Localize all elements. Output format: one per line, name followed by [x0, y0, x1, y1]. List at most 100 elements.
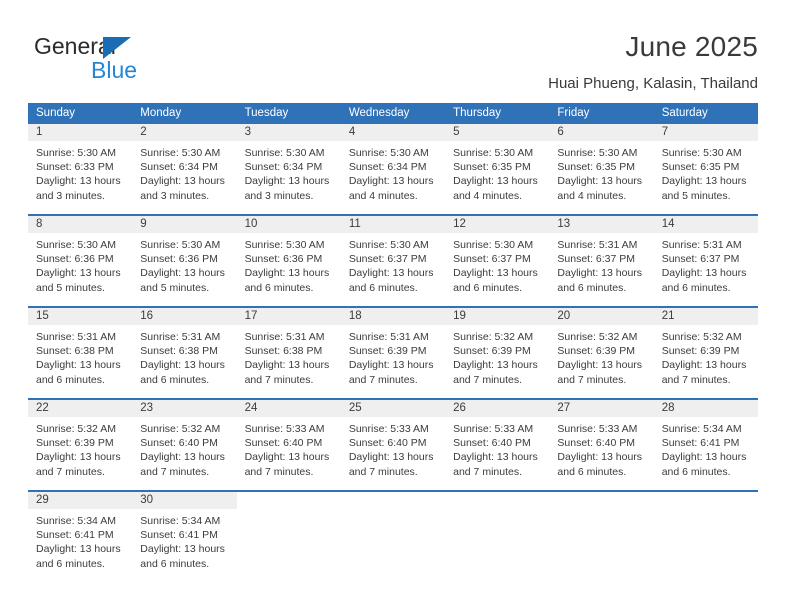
calendar-day-cell[interactable]: 23 Sunrise: 5:32 AM Sunset: 6:40 PM Dayligh… — [132, 400, 237, 484]
sunrise-time: Sunrise: 5:30 AM — [661, 147, 742, 159]
sunset-time: Sunset: 6:37 PM — [348, 253, 427, 266]
calendar-day-cell[interactable]: 15 Sunrise: 5:31 AM Sunset: 6:38 PM Dayligh… — [28, 308, 133, 392]
sunset-time: Sunset: 6:39 PM — [453, 345, 531, 358]
daylight-duration-line2: and 7 minutes. — [244, 373, 314, 386]
weekday-header-thursday: Thursday — [453, 107, 502, 119]
general-blue-logo[interactable]: General Blue — [34, 33, 214, 85]
sunset-time: Sunset: 6:39 PM — [36, 437, 114, 450]
day-number-band — [445, 492, 549, 509]
day-number: 29 — [36, 494, 49, 506]
day-number-band: 16 — [132, 308, 237, 325]
day-number: 15 — [36, 310, 49, 322]
calendar-day-cell[interactable]: 6 Sunrise: 5:30 AM Sunset: 6:35 PM Daylight… — [549, 124, 654, 208]
day-sun-info — [654, 509, 758, 514]
sunset-time: Sunset: 6:36 PM — [244, 253, 323, 266]
sunset-time: Sunset: 6:41 PM — [36, 529, 114, 542]
daylight-duration-line2: and 6 minutes. — [36, 557, 105, 570]
calendar-day-cell[interactable]: 18 Sunrise: 5:31 AM Sunset: 6:39 PM Dayligh… — [340, 308, 446, 392]
daylight-duration-line2: and 6 minutes. — [140, 557, 210, 570]
calendar-day-cell[interactable]: 17 Sunrise: 5:31 AM Sunset: 6:38 PM Dayligh… — [236, 308, 341, 392]
daylight-duration-line2: and 6 minutes. — [244, 281, 314, 294]
daylight-duration-line1: Daylight: 13 hours — [36, 267, 121, 280]
calendar-day-cell[interactable]: 4 Sunrise: 5:30 AM Sunset: 6:34 PM Daylight… — [340, 124, 446, 208]
calendar-day-cell[interactable]: 22 Sunrise: 5:32 AM Sunset: 6:39 PM Dayligh… — [28, 400, 133, 484]
sunset-time: Sunset: 6:36 PM — [36, 253, 114, 266]
calendar-day-cell[interactable]: 9 Sunrise: 5:30 AM Sunset: 6:36 PM Daylight… — [132, 216, 237, 300]
calendar-day-cell[interactable]: 16 Sunrise: 5:31 AM Sunset: 6:38 PM Dayligh… — [132, 308, 237, 392]
day-number-band: 7 — [653, 124, 758, 141]
daylight-duration-line1: Daylight: 13 hours — [36, 543, 121, 556]
day-number-band: 6 — [549, 124, 654, 141]
sunset-time: Sunset: 6:38 PM — [244, 345, 323, 358]
sunrise-time: Sunrise: 5:32 AM — [661, 331, 742, 343]
day-number-band: 4 — [340, 124, 446, 141]
calendar-day-cell[interactable]: 12 Sunrise: 5:30 AM Sunset: 6:37 PM Dayligh… — [445, 216, 550, 300]
sunrise-time: Sunrise: 5:31 AM — [348, 331, 429, 343]
day-sun-info: Sunrise: 5:32 AM Sunset: 6:40 PM Daylight:… — [132, 417, 236, 479]
calendar-day-cell[interactable]: 20 Sunrise: 5:32 AM Sunset: 6:39 PM Dayligh… — [549, 308, 654, 392]
daylight-duration-line2: and 4 minutes. — [557, 189, 627, 202]
sunrise-time: Sunrise: 5:33 AM — [348, 423, 429, 435]
calendar-day-cell[interactable]: 19 Sunrise: 5:32 AM Sunset: 6:39 PM Dayligh… — [445, 308, 550, 392]
weekday-header-friday: Friday — [557, 107, 590, 119]
sunset-time: Sunset: 6:35 PM — [557, 161, 636, 174]
day-number: 10 — [244, 218, 258, 230]
calendar-day-cell[interactable]: 2 Sunrise: 5:30 AM Sunset: 6:34 PM Daylight… — [132, 124, 237, 208]
day-sun-info: Sunrise: 5:33 AM Sunset: 6:40 PM Daylight:… — [341, 417, 445, 479]
calendar-day-cell[interactable]: 21 Sunrise: 5:32 AM Sunset: 6:39 PM Dayligh… — [653, 308, 758, 392]
calendar-day-cell[interactable]: 26 Sunrise: 5:33 AM Sunset: 6:40 PM Dayligh… — [445, 400, 550, 484]
daylight-duration-line2: and 6 minutes. — [140, 373, 210, 386]
sunset-time: Sunset: 6:34 PM — [140, 161, 218, 174]
sunset-time: Sunset: 6:35 PM — [453, 161, 531, 174]
calendar-day-cell[interactable]: 30 Sunrise: 5:34 AM Sunset: 6:41 PM Dayligh… — [132, 492, 237, 576]
daylight-duration-line2: and 3 minutes. — [36, 189, 105, 202]
calendar-day-cell[interactable]: 11 Sunrise: 5:30 AM Sunset: 6:37 PM Dayligh… — [340, 216, 446, 300]
day-number: 28 — [661, 402, 675, 414]
sunrise-time: Sunrise: 5:32 AM — [140, 423, 221, 435]
page-subtitle-location: Huai Phueng, Kalasin, Thailand — [548, 75, 758, 92]
sunrise-time: Sunrise: 5:30 AM — [244, 239, 325, 251]
day-sun-info: Sunrise: 5:30 AM Sunset: 6:35 PM Daylight:… — [445, 141, 549, 203]
sunset-time: Sunset: 6:40 PM — [557, 437, 636, 450]
day-number-band: 24 — [236, 400, 341, 417]
calendar-day-cell[interactable]: 7 Sunrise: 5:30 AM Sunset: 6:35 PM Daylight… — [653, 124, 758, 208]
sunset-time: Sunset: 6:38 PM — [36, 345, 114, 358]
day-number: 1 — [36, 126, 43, 138]
calendar-day-cell[interactable]: 28 Sunrise: 5:34 AM Sunset: 6:41 PM Dayligh… — [653, 400, 758, 484]
day-number: 4 — [348, 126, 356, 138]
sunset-time: Sunset: 6:34 PM — [348, 161, 427, 174]
day-sun-info: Sunrise: 5:30 AM Sunset: 6:33 PM Daylight:… — [28, 141, 132, 203]
calendar-day-cell[interactable]: 1 Sunrise: 5:30 AM Sunset: 6:33 PM Daylight… — [28, 124, 133, 208]
daylight-duration-line2: and 6 minutes. — [36, 373, 105, 386]
day-sun-info: Sunrise: 5:34 AM Sunset: 6:41 PM Daylight:… — [654, 417, 758, 479]
day-number-band: 28 — [653, 400, 758, 417]
day-number-band: 8 — [28, 216, 133, 233]
calendar-day-cell-empty — [237, 492, 341, 576]
day-sun-info: Sunrise: 5:33 AM Sunset: 6:40 PM Daylight:… — [549, 417, 653, 479]
calendar-day-cell[interactable]: 29 Sunrise: 5:34 AM Sunset: 6:41 PM Dayligh… — [28, 492, 133, 576]
calendar-day-cell-empty — [654, 492, 758, 576]
daylight-duration-line1: Daylight: 13 hours — [453, 267, 538, 280]
daylight-duration-line2: and 7 minutes. — [140, 465, 210, 478]
sunrise-time: Sunrise: 5:31 AM — [557, 239, 638, 251]
sunset-time: Sunset: 6:41 PM — [140, 529, 218, 542]
sunrise-time: Sunrise: 5:32 AM — [453, 331, 534, 343]
calendar-day-cell[interactable]: 10 Sunrise: 5:30 AM Sunset: 6:36 PM Dayligh… — [236, 216, 341, 300]
calendar-day-cell[interactable]: 5 Sunrise: 5:30 AM Sunset: 6:35 PM Daylight… — [445, 124, 550, 208]
daylight-duration-line2: and 6 minutes. — [557, 465, 627, 478]
calendar-day-cell[interactable]: 27 Sunrise: 5:33 AM Sunset: 6:40 PM Dayligh… — [549, 400, 654, 484]
calendar-day-cell[interactable]: 25 Sunrise: 5:33 AM Sunset: 6:40 PM Dayligh… — [340, 400, 446, 484]
daylight-duration-line1: Daylight: 13 hours — [140, 451, 225, 464]
daylight-duration-line1: Daylight: 13 hours — [140, 175, 225, 188]
calendar-day-cell[interactable]: 13 Sunrise: 5:31 AM Sunset: 6:37 PM Dayligh… — [549, 216, 654, 300]
calendar-day-cell[interactable]: 3 Sunrise: 5:30 AM Sunset: 6:34 PM Daylight… — [236, 124, 341, 208]
daylight-duration-line1: Daylight: 13 hours — [140, 543, 225, 556]
day-sun-info: Sunrise: 5:32 AM Sunset: 6:39 PM Daylight:… — [654, 325, 758, 387]
day-number: 17 — [244, 310, 258, 322]
daylight-duration-line2: and 5 minutes. — [140, 281, 210, 294]
calendar-day-cell[interactable]: 24 Sunrise: 5:33 AM Sunset: 6:40 PM Dayligh… — [236, 400, 341, 484]
page-header: General Blue June 2025 Huai Phueng, Kala… — [0, 0, 792, 100]
day-number-band — [654, 492, 758, 509]
calendar-day-cell[interactable]: 8 Sunrise: 5:30 AM Sunset: 6:36 PM Daylight… — [28, 216, 133, 300]
calendar-day-cell[interactable]: 14 Sunrise: 5:31 AM Sunset: 6:37 PM Dayligh… — [653, 216, 758, 300]
